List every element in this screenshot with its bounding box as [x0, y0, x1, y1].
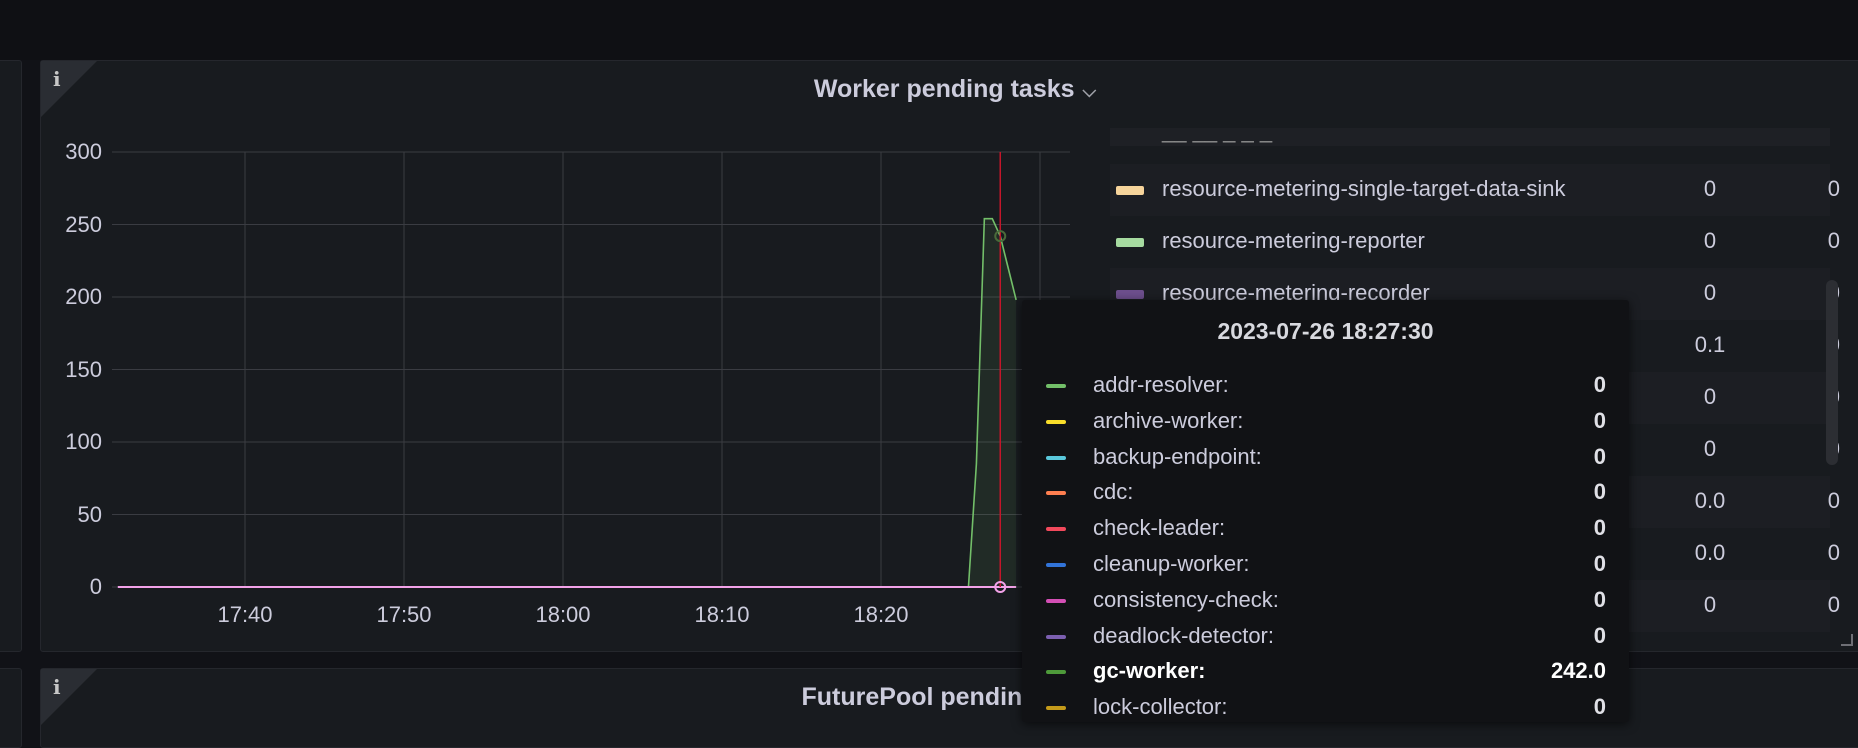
- tooltip-series-value: 0: [1593, 407, 1606, 433]
- tooltip-series-name: deadlock-detector:: [1093, 622, 1274, 648]
- y-tick-label: 0: [89, 574, 102, 599]
- tooltip-series-name: cleanup-worker:: [1093, 551, 1250, 576]
- x-tick-label: 18:00: [535, 602, 591, 627]
- legend-value: 0: [1827, 540, 1840, 565]
- tooltip-row: cleanup-worker: 0: [1046, 547, 1606, 583]
- legend-value: 0: [1827, 488, 1840, 513]
- legend-series-name: resource-metering-reporter: [1162, 228, 1425, 253]
- tooltip-series-value: 0: [1593, 479, 1606, 505]
- tooltip-series-name: gc-worker:: [1093, 658, 1206, 684]
- tooltip-row: cdc: 0: [1046, 475, 1606, 511]
- legend-value: 0: [1827, 176, 1840, 201]
- tooltip-row: gc-worker: 242.0: [1046, 654, 1606, 690]
- tooltip-series-name: archive-worker:: [1093, 407, 1244, 433]
- tooltip-row: lock-collector: 0: [1046, 690, 1606, 726]
- y-tick-label: 50: [77, 501, 102, 527]
- legend-swatch: [1116, 238, 1144, 247]
- tooltip-series-name: check-leader:: [1093, 515, 1226, 541]
- tooltip-swatch: [1046, 634, 1066, 639]
- tooltip-series-value: 0: [1593, 586, 1606, 612]
- tooltip-row: addr-resolver: 0: [1046, 368, 1606, 404]
- legend-value: 0: [1827, 592, 1840, 617]
- y-tick-label: 200: [65, 284, 102, 309]
- tooltip-series-name: backup-endpoint:: [1093, 443, 1262, 469]
- legend-row[interactable]: resource-metering-single-target-data-sin…: [1110, 164, 1840, 216]
- tooltip-swatch: [1046, 670, 1066, 675]
- legend-swatch: [1116, 186, 1144, 195]
- hover-tooltip: 2023-07-26 18:27:30 addr-resolver: 0 archi…: [1022, 300, 1629, 722]
- tooltip-series-value: 0: [1593, 372, 1606, 397]
- tooltip-series-name: consistency-check:: [1093, 586, 1279, 612]
- legend-row-partial: __ __ _ _ _: [1110, 128, 1830, 146]
- legend-series-name: resource-metering-single-target-data-sin…: [1162, 176, 1566, 201]
- tooltip-row: archive-worker: 0: [1046, 404, 1606, 440]
- y-tick-label: 150: [65, 356, 102, 382]
- tooltip-row: check-leader: 0: [1046, 511, 1606, 547]
- tooltip-series-name: addr-resolver:: [1093, 372, 1229, 397]
- tooltip-swatch: [1046, 491, 1066, 496]
- legend-value: 0: [1703, 176, 1717, 201]
- tooltip-swatch: [1046, 455, 1066, 460]
- tooltip-series-value: 242.0: [1550, 658, 1606, 684]
- legend-value: 0: [1703, 592, 1717, 617]
- x-tick-label: 18:20: [853, 602, 909, 627]
- tooltip-series-name: lock-collector:: [1093, 694, 1228, 720]
- tooltip-swatch: [1046, 706, 1066, 711]
- legend-value: 0.1: [1694, 332, 1726, 357]
- tooltip-series-value: 0: [1593, 443, 1606, 469]
- legend-value: 0: [1703, 436, 1717, 461]
- tooltip-series-value: 0: [1593, 622, 1606, 648]
- tooltip-series-value: 0: [1593, 694, 1606, 720]
- left-panel-edge-lower: [0, 668, 22, 748]
- panel-title[interactable]: Worker pending tasks ⌵: [41, 75, 1858, 104]
- chevron-down-icon[interactable]: ⌵: [1083, 81, 1097, 101]
- x-tick-label: 17:40: [217, 602, 273, 627]
- tooltip-row: deadlock-detector: 0: [1046, 619, 1606, 655]
- legend-row[interactable]: resource-metering-reporter 0 0: [1110, 216, 1840, 268]
- x-tick-label: 18:10: [694, 602, 750, 627]
- legend-value: 0: [1827, 228, 1840, 253]
- tooltip-swatch: [1046, 563, 1066, 567]
- x-tick-label: 17:50: [376, 602, 432, 627]
- tooltip-row: consistency-check: 0: [1046, 583, 1606, 619]
- top-bar: [0, 0, 1858, 60]
- y-tick-label: 250: [65, 211, 102, 237]
- legend-value: 0: [1703, 228, 1717, 253]
- tooltip-row: backup-endpoint: 0: [1046, 440, 1606, 476]
- tooltip-swatch: [1046, 598, 1066, 603]
- legend-scrollbar[interactable]: [1826, 280, 1838, 465]
- legend-value: 0.0: [1694, 540, 1726, 565]
- tooltip-series-name: cdc:: [1093, 479, 1134, 505]
- tooltip-series-value: 0: [1593, 551, 1606, 576]
- legend-value: 0: [1703, 384, 1717, 409]
- tooltip-swatch: [1046, 527, 1066, 532]
- left-panel-edge: [0, 60, 22, 652]
- legend-value: 0: [1703, 280, 1717, 305]
- tooltip-series-value: 0: [1593, 515, 1606, 541]
- tooltip-time: 2023-07-26 18:27:30: [1217, 318, 1434, 344]
- tooltip-swatch: [1046, 419, 1066, 424]
- resize-handle-icon[interactable]: [1841, 634, 1853, 646]
- panel-title-text: Worker pending tasks: [813, 75, 1075, 103]
- legend-swatch: [1116, 290, 1144, 299]
- y-tick-label: 100: [65, 429, 102, 454]
- tooltip-swatch: [1046, 384, 1066, 388]
- y-tick-label: 300: [65, 139, 102, 164]
- legend-value: 0.0: [1694, 488, 1726, 513]
